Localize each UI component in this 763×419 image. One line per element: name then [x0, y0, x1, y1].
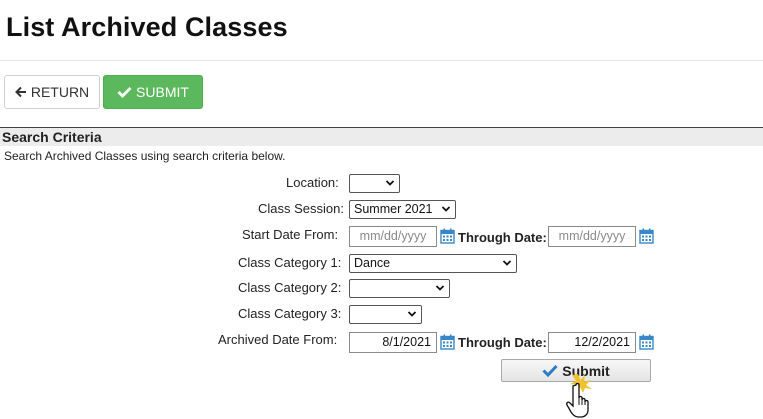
location-select[interactable] [349, 174, 400, 193]
arrow-left-icon [14, 86, 26, 98]
chevron-down-icon [407, 311, 417, 317]
check-icon [117, 87, 132, 98]
calendar-icon[interactable] [639, 228, 654, 244]
class-category-3-select[interactable] [349, 305, 422, 324]
return-button[interactable]: RETURN [4, 75, 100, 109]
title-divider [0, 60, 763, 61]
archived-date-from-label: Archived Date From: [218, 332, 338, 347]
class-category-1-select[interactable]: Dance [349, 254, 517, 273]
location-label: Location: [286, 175, 339, 190]
archived-through-date-label: Through Date: [458, 335, 547, 350]
return-button-label: RETURN [30, 84, 90, 100]
class-session-label: Class Session: [258, 201, 344, 216]
search-criteria-description: Search Archived Classes using search cri… [4, 149, 286, 163]
class-session-select[interactable]: Summer 2021 [349, 200, 456, 219]
calendar-icon[interactable] [440, 334, 455, 350]
calendar-icon[interactable] [440, 228, 455, 244]
class-category-1-select-value: Dance [354, 256, 391, 270]
chevron-down-icon [385, 180, 395, 186]
chevron-down-icon [435, 285, 445, 291]
pointer-hand-cursor-icon [566, 374, 592, 418]
chevron-down-icon [502, 260, 512, 266]
class-category-1-label: Class Category 1: [238, 255, 342, 270]
start-date-from-input[interactable]: mm/dd/yyyy [349, 226, 437, 247]
search-criteria-header: Search Criteria [0, 127, 763, 146]
class-session-select-value: Summer 2021 [354, 202, 433, 216]
submit-button-top-label: SUBMIT [136, 84, 189, 100]
class-category-2-select[interactable] [349, 279, 450, 298]
class-category-2-label: Class Category 2: [238, 280, 342, 295]
check-icon [542, 364, 558, 377]
page-title: List Archived Classes [6, 12, 288, 42]
start-through-date-label: Through Date: [458, 230, 547, 245]
archived-date-from-input[interactable]: 8/1/2021 [349, 332, 437, 353]
archived-through-date-input[interactable]: 12/2/2021 [548, 332, 636, 353]
submit-button-top[interactable]: SUBMIT [103, 75, 203, 109]
start-through-date-input[interactable]: mm/dd/yyyy [548, 226, 636, 247]
calendar-icon[interactable] [639, 334, 654, 350]
start-date-from-label: Start Date From: [242, 227, 339, 242]
class-category-3-label: Class Category 3: [238, 306, 342, 321]
chevron-down-icon [441, 206, 451, 212]
